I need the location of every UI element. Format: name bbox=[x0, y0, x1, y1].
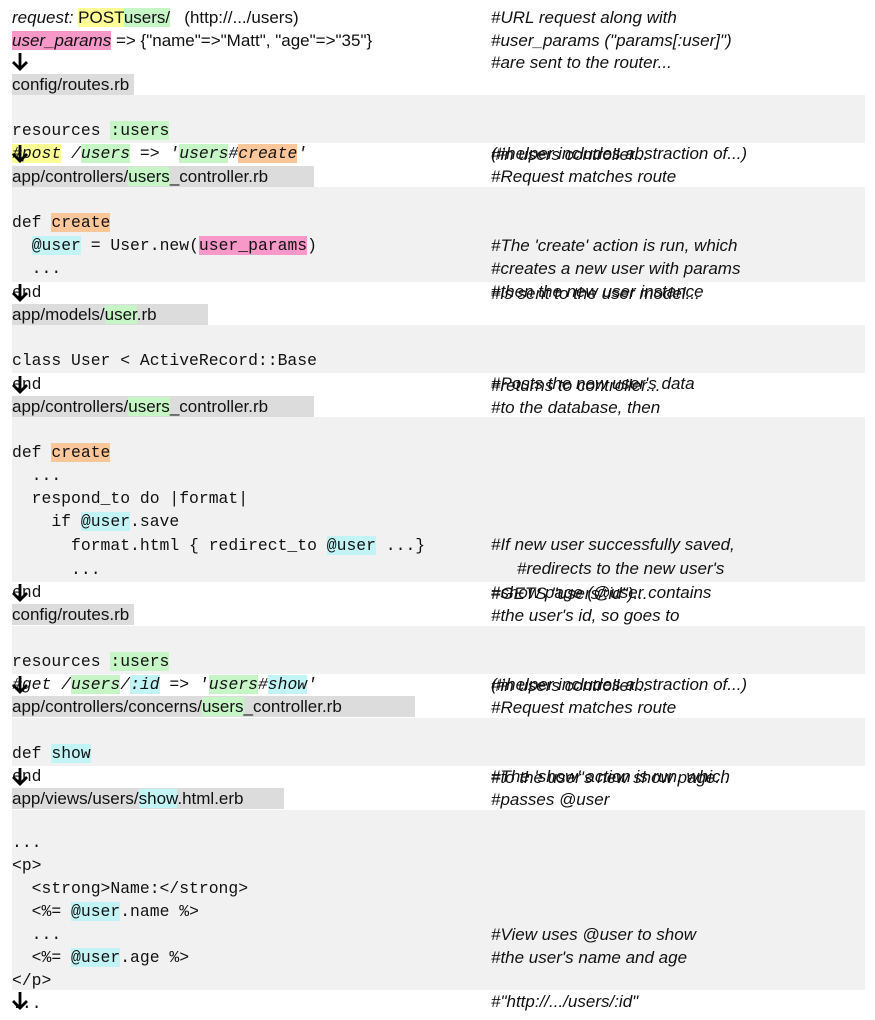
code-line: end #to the database, then bbox=[0, 350, 875, 417]
arrow-line: #in users controller... bbox=[0, 674, 875, 697]
code-line: <strong>Name:</strong> bbox=[0, 854, 875, 898]
code-line: def create #The 'create' action is run, … bbox=[0, 188, 875, 255]
request-url: (http://.../users) bbox=[170, 8, 299, 27]
arrow-line: #to the user's new show page... bbox=[0, 766, 875, 789]
file-path: app/models/ bbox=[12, 305, 105, 324]
file-path: config/ bbox=[12, 605, 63, 624]
file-header-model: app/models/user.rb bbox=[0, 303, 875, 326]
file-header-controller: app/controllers/users_controller.rb bbox=[0, 395, 875, 418]
file-name: _controller.rb bbox=[243, 697, 342, 716]
code-line: end bbox=[0, 258, 875, 302]
code-line: ... #then the new user instance bbox=[0, 234, 875, 301]
code-line: format.html { redirect_to @user ...} #re… bbox=[0, 511, 875, 578]
params-value: => {"name"=>"Matt", "age"=>"35"} bbox=[111, 31, 373, 50]
code-line: end #the user's id, so goes to bbox=[0, 558, 875, 625]
file-name: routes.rb bbox=[62, 75, 130, 94]
code-line: ... bbox=[0, 808, 875, 852]
code-line: <p> bbox=[0, 831, 875, 875]
code-line: ... #show page (@user contains bbox=[0, 535, 875, 602]
file-name-resource: users bbox=[128, 397, 170, 416]
file-header-view: app/views/users/show.html.erb bbox=[0, 787, 875, 810]
code-line: <%= @user.name %> #View uses @user to sh… bbox=[0, 877, 875, 944]
code-line: resources :users (#helper includes abstr… bbox=[0, 96, 875, 163]
request-verb: POST bbox=[78, 8, 124, 27]
file-header-controller: app/controllers/concerns/users_controlle… bbox=[0, 695, 875, 718]
file-path: app/controllers/concerns/ bbox=[12, 697, 202, 716]
arrow-line: #returns to controller... bbox=[0, 374, 875, 397]
down-arrow-icon bbox=[12, 376, 28, 394]
request-label: request: bbox=[12, 8, 74, 27]
down-arrow-icon bbox=[12, 992, 28, 1010]
code-line: @user = User.new(user_params) #creates a… bbox=[0, 211, 875, 278]
down-arrow-icon bbox=[12, 53, 28, 71]
code-line: end #passes @user bbox=[0, 742, 875, 809]
down-arrow-icon bbox=[12, 284, 28, 302]
note: #are sent to the router... bbox=[491, 53, 672, 72]
code-line: resources :users (#helper includes abstr… bbox=[0, 627, 875, 694]
code-line: ... bbox=[0, 441, 875, 485]
file-name-action: show bbox=[138, 789, 178, 808]
code-line: #get /users/:id => 'users#show' #Request… bbox=[0, 650, 875, 717]
down-arrow-icon bbox=[12, 676, 28, 694]
note: #to the user's new show page... bbox=[491, 768, 730, 787]
request-line: request: POSTusers/ (http://.../users) #… bbox=[0, 6, 875, 29]
file-header-controller: app/controllers/users_controller.rb bbox=[0, 165, 875, 188]
file-name: _controller.rb bbox=[169, 167, 269, 186]
file-name-resource: users bbox=[128, 167, 170, 186]
code-line: ... bbox=[0, 969, 875, 1013]
note: #URL request along with bbox=[491, 8, 677, 27]
code-line: <%= @user.age %> bbox=[0, 923, 875, 967]
note: #user_params ("params[:user]") bbox=[491, 31, 732, 50]
note: #GETS "users/:id")... bbox=[491, 584, 648, 603]
arrow-line: #is sent to the user model... bbox=[0, 282, 875, 305]
code-line: def create bbox=[0, 418, 875, 462]
code-line: #post /users => 'users#create' #Request … bbox=[0, 119, 875, 186]
code-line: class User < ActiveRecord::Base #Posts t… bbox=[0, 326, 875, 393]
file-path: app/controllers/ bbox=[12, 397, 129, 416]
note: #"http://.../users/:id" bbox=[491, 992, 639, 1011]
code-line: respond_to do |format| bbox=[0, 464, 875, 508]
request-path: users/ bbox=[123, 8, 171, 27]
file-name: _controller.rb bbox=[169, 397, 269, 416]
note: #is sent to the user model... bbox=[491, 284, 700, 303]
code-line: def show #The 'show' action is run, whic… bbox=[0, 719, 875, 786]
arrow-line: #"http://.../users/:id" bbox=[0, 990, 875, 1013]
note: #returns to controller... bbox=[491, 376, 661, 395]
down-arrow-icon bbox=[12, 584, 28, 602]
down-arrow-icon bbox=[12, 145, 28, 163]
file-name: .rb bbox=[136, 305, 157, 324]
file-name-resource: users bbox=[201, 697, 244, 716]
code-line: </p> bbox=[0, 946, 875, 990]
down-arrow-icon bbox=[12, 768, 28, 786]
arrow-line: #in users controller... bbox=[0, 143, 875, 166]
file-name: .html.erb bbox=[177, 789, 244, 808]
params-line: user_params => {"name"=>"Matt", "age"=>"… bbox=[0, 29, 875, 52]
file-header-routes: config/routes.rb bbox=[0, 603, 875, 626]
code-line: ... #the user's name and age bbox=[0, 900, 875, 967]
file-path: config/ bbox=[12, 75, 63, 94]
params-name: user_params bbox=[12, 31, 112, 50]
arrow-line: #are sent to the router... bbox=[0, 51, 875, 74]
code-line: if @user.save #If new user successfully … bbox=[0, 487, 875, 554]
file-name-resource: user bbox=[104, 305, 137, 324]
arrow-line: #GETS "users/:id")... bbox=[0, 582, 875, 605]
note: #in users controller... bbox=[491, 145, 649, 164]
file-path: app/views/users/ bbox=[12, 789, 139, 808]
file-path: app/controllers/ bbox=[12, 167, 129, 186]
file-name: routes.rb bbox=[62, 605, 130, 624]
file-header-routes: config/routes.rb bbox=[0, 73, 875, 96]
note: #in users controller... bbox=[491, 676, 649, 695]
